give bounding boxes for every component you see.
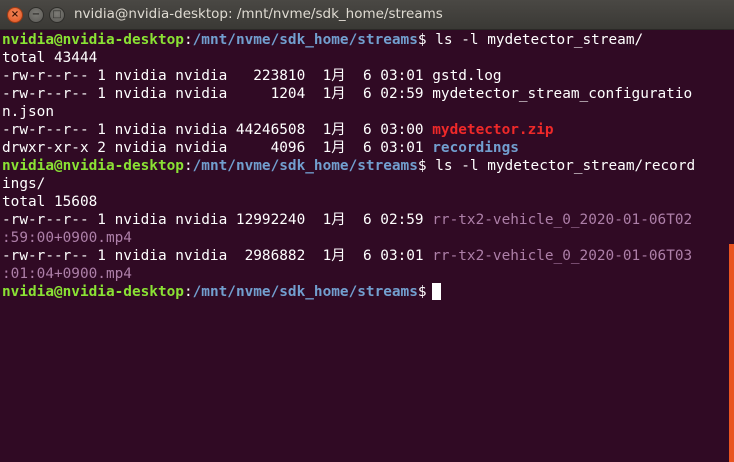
media-file-name: rr-tx2-vehicle_0_2020-01-06T02 xyxy=(432,212,693,228)
terminal-window: × − □ nvidia@nvidia-desktop: /mnt/nvme/s… xyxy=(0,0,734,462)
listing-line: -rw-r--r-- 1 nvidia nvidia 44246508 1月 6… xyxy=(2,121,724,139)
listing-meta: -rw-r--r-- 1 nvidia nvidia 2986882 1月 6 … xyxy=(2,248,433,264)
directory-name: recordings xyxy=(432,140,519,156)
prompt-path: /mnt/nvme/sdk_home/streams xyxy=(192,32,418,48)
listing-meta: -rw-r--r-- 1 nvidia nvidia 44246508 1月 6… xyxy=(2,122,433,138)
listing-meta: drwxr-xr-x 2 nvidia nvidia 4096 1月 6 03:… xyxy=(2,140,433,156)
prompt-separator: : xyxy=(183,32,193,48)
text-cursor[interactable] xyxy=(431,283,441,300)
media-file-name: rr-tx2-vehicle_0_2020-01-06T03 xyxy=(432,248,693,264)
prompt-path: /mnt/nvme/sdk_home/streams xyxy=(192,284,418,300)
prompt-user: nvidia@nvidia-desktop xyxy=(2,32,184,48)
command-line: nvidia@nvidia-desktop:/mnt/nvme/sdk_home… xyxy=(2,283,724,301)
listing-line: -rw-r--r-- 1 nvidia nvidia 223810 1月 6 0… xyxy=(2,68,502,84)
listing-line: -rw-r--r-- 1 nvidia nvidia 2986882 1月 6 … xyxy=(2,247,724,265)
command-text: ls -l mydetector_stream/ xyxy=(426,32,644,48)
listing-line: drwxr-xr-x 2 nvidia nvidia 4096 1月 6 03:… xyxy=(2,139,724,157)
listing-line: -rw-r--r-- 1 nvidia nvidia 12992240 1月 6… xyxy=(2,211,724,229)
listing-line-wrap: n.json xyxy=(2,104,54,120)
archive-file-name: mydetector.zip xyxy=(432,122,554,138)
command-line: nvidia@nvidia-desktop:/mnt/nvme/sdk_home… xyxy=(2,31,724,49)
prompt-path: /mnt/nvme/sdk_home/streams xyxy=(192,158,418,174)
command-line-wrap: ings/ xyxy=(2,176,46,192)
total-line: total 15608 xyxy=(2,194,98,210)
listing-line: -rw-r--r-- 1 nvidia nvidia 1204 1月 6 02:… xyxy=(2,86,693,102)
media-file-name-wrap: :01:04+0900.mp4 xyxy=(2,266,132,282)
terminal-output[interactable]: nvidia@nvidia-desktop:/mnt/nvme/sdk_home… xyxy=(2,31,724,462)
listing-meta: -rw-r--r-- 1 nvidia nvidia 12992240 1月 6… xyxy=(2,212,433,228)
command-text: ls -l mydetector_stream/record xyxy=(426,158,696,174)
prompt-separator: : xyxy=(183,158,193,174)
media-file-name-wrap: :59:00+0900.mp4 xyxy=(2,230,132,246)
prompt-user: nvidia@nvidia-desktop xyxy=(2,158,184,174)
prompt-symbol: $ xyxy=(417,284,427,300)
close-icon[interactable]: × xyxy=(7,7,23,23)
window-title: nvidia@nvidia-desktop: /mnt/nvme/sdk_hom… xyxy=(74,6,443,22)
scrollbar[interactable] xyxy=(729,244,734,462)
maximize-icon[interactable]: □ xyxy=(49,7,65,23)
command-line: nvidia@nvidia-desktop:/mnt/nvme/sdk_home… xyxy=(2,157,724,175)
prompt-separator: : xyxy=(183,284,193,300)
total-line: total 43444 xyxy=(2,50,98,66)
prompt-symbol: $ xyxy=(417,32,427,48)
prompt-user: nvidia@nvidia-desktop xyxy=(2,284,184,300)
prompt-symbol: $ xyxy=(417,158,427,174)
minimize-icon[interactable]: − xyxy=(28,7,44,23)
title-bar[interactable]: × − □ nvidia@nvidia-desktop: /mnt/nvme/s… xyxy=(0,0,734,30)
